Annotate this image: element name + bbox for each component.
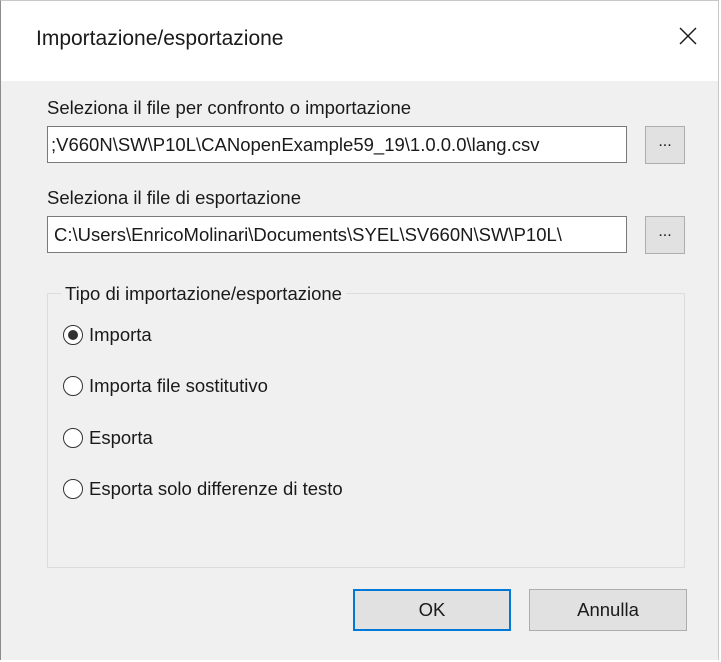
title-bar: Importazione/esportazione [1, 1, 718, 81]
radio-esporta-solo-differenze[interactable]: Esporta solo differenze di testo [63, 475, 343, 503]
radio-label: Esporta solo differenze di testo [89, 478, 343, 499]
export-file-path-text: C:\Users\EnricoMolinari\Documents\SYEL\S… [54, 224, 562, 245]
ok-button[interactable]: OK [353, 589, 511, 631]
radio-button-selected[interactable] [63, 325, 83, 345]
radio-importa[interactable]: Importa [63, 321, 152, 349]
import-file-browse-button[interactable]: ... [645, 126, 685, 164]
radio-label: Esporta [89, 427, 153, 448]
close-icon [679, 27, 697, 45]
radio-esporta[interactable]: Esporta [63, 424, 153, 452]
import-file-label: Seleziona il file per confronto o import… [47, 97, 412, 118]
radio-importa-file-sostitutivo[interactable]: Importa file sostitutivo [63, 372, 268, 400]
export-file-label: Seleziona il file di esportazione [47, 187, 302, 208]
radio-label: Importa file sostitutivo [89, 375, 268, 396]
export-file-browse-button[interactable]: ... [645, 216, 685, 254]
cancel-button[interactable]: Annulla [529, 589, 687, 631]
mode-group-legend: Tipo di importazione/esportazione [61, 283, 346, 305]
radio-button[interactable] [63, 479, 83, 499]
export-file-path-input[interactable]: C:\Users\EnricoMolinari\Documents\SYEL\S… [47, 216, 627, 253]
radio-dot-icon [68, 330, 78, 340]
dialog-title: Importazione/esportazione [36, 27, 284, 50]
close-button[interactable] [658, 1, 718, 71]
radio-button[interactable] [63, 428, 83, 448]
import-export-dialog: Importazione/esportazione Seleziona il f… [0, 0, 719, 660]
radio-button[interactable] [63, 376, 83, 396]
radio-label: Importa [89, 324, 152, 345]
import-file-path-input[interactable]: ;V660N\SW\P10L\CANopenExample59_19\1.0.0… [47, 126, 627, 163]
import-file-path-text: ;V660N\SW\P10L\CANopenExample59_19\1.0.0… [51, 134, 540, 155]
